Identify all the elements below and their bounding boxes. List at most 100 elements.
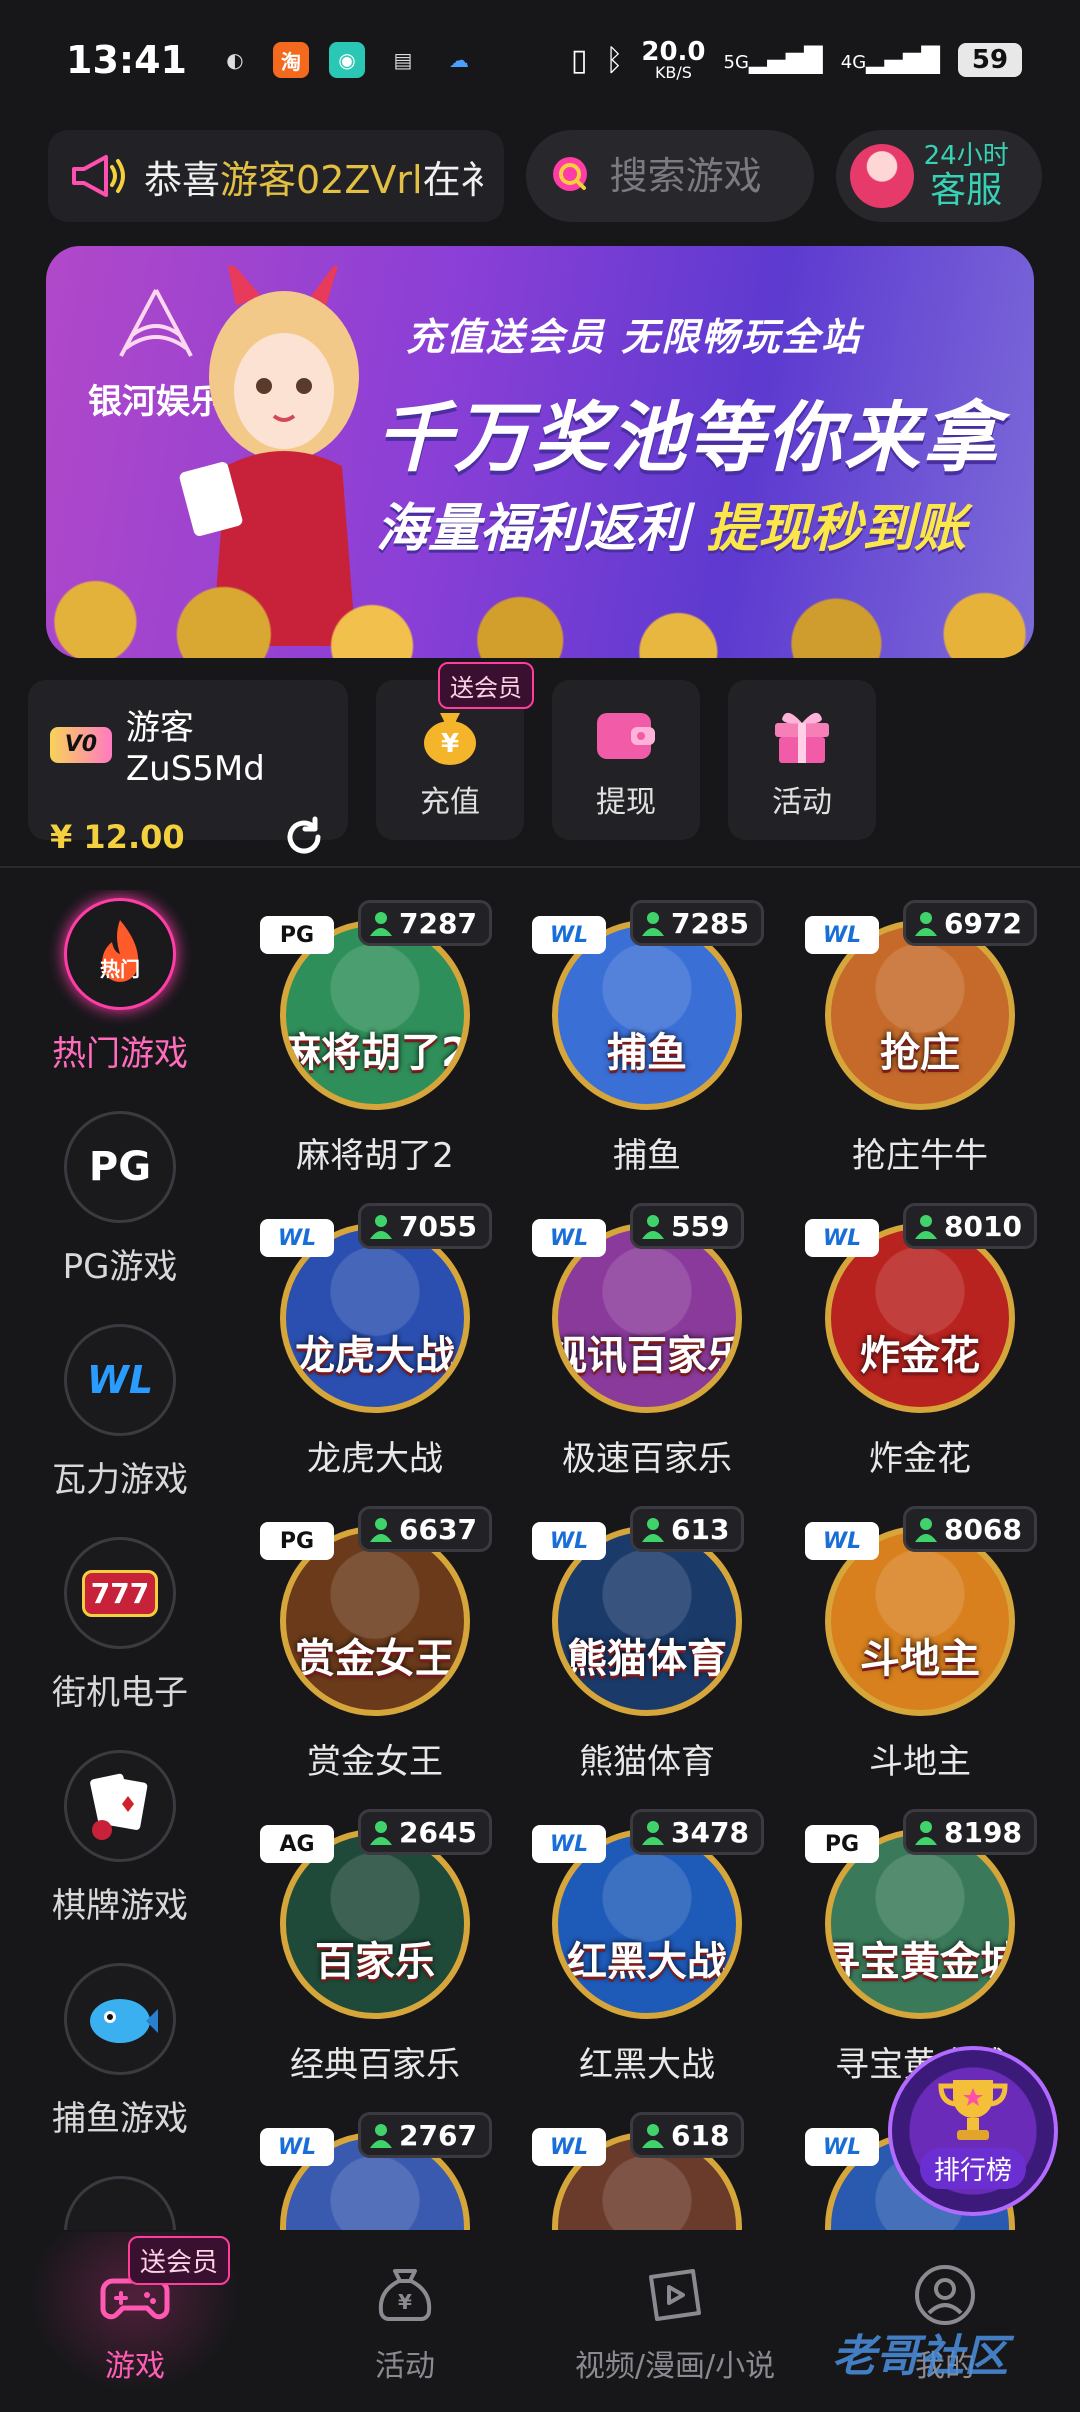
provider-badge: WL (532, 916, 606, 954)
user-icon (915, 912, 937, 936)
game-card[interactable]: AG 2645 百家乐 经典百家乐 (240, 1799, 510, 2099)
user-icon (370, 912, 392, 936)
game-thumbnail-title: 视讯百家乐 (552, 1333, 742, 1379)
category-hot-games[interactable]: 热门 热门游戏 (20, 890, 220, 1103)
game-card[interactable]: WL 7055 龙虎大战 龙虎大战 (240, 1193, 510, 1493)
activity-label: 活动 (772, 785, 832, 820)
category-pg-games[interactable]: PG PG游戏 (20, 1103, 220, 1316)
game-card[interactable]: WL 8010 炸金花 炸金花 (785, 1193, 1055, 1493)
quick-actions: 送会员 ¥ 充值 提现 活动 (376, 662, 876, 840)
nav-games-label: 游戏 (105, 2349, 165, 2384)
bluetooth-icon: ᛒ (605, 42, 624, 78)
category-card-games[interactable]: 棋牌游戏 (20, 1742, 220, 1955)
game-thumbnail-title: 熊猫体育 (567, 1636, 727, 1682)
playing-cards-icon (64, 1750, 176, 1862)
game-card[interactable]: PG8198寻宝黄金城寻宝黄金城 (785, 1799, 1055, 2099)
recharge-button[interactable]: 送会员 ¥ 充值 (376, 662, 534, 840)
game-card[interactable]: WL 6972 抢庄 抢庄牛牛 (785, 890, 1055, 1190)
pg-logo-icon: PG (64, 1111, 176, 1223)
online-count-value: 2645 (399, 1815, 477, 1849)
nav-activity[interactable]: ¥ 活动 (270, 2232, 540, 2412)
online-count: 559 (630, 1203, 745, 1249)
game-card[interactable]: WL 618 (512, 2102, 782, 2230)
game-thumbnail-title: 麻将胡了2 (281, 1030, 469, 1076)
online-count: 2645 (358, 1809, 492, 1855)
online-count: 6972 (903, 900, 1037, 946)
provider-badge: PG (260, 1522, 334, 1560)
user-icon (370, 2124, 392, 2148)
game-name: 熊猫体育 (579, 1742, 715, 1782)
online-count: 8198 (903, 1809, 1037, 1855)
net-speed: 20.0 KB/S (641, 39, 705, 81)
megaphone-icon (72, 155, 125, 197)
money-bag-outline-icon: ¥ (378, 2269, 432, 2321)
provider-badge: WL (532, 1219, 606, 1257)
online-count-value: 559 (671, 1209, 730, 1243)
game-thumbnail-title: 红黑大战 (567, 1939, 727, 1985)
chat-app-icon: ◉ (328, 42, 365, 78)
category-wali-games[interactable]: WL 瓦力游戏 (20, 1316, 220, 1529)
online-count-value: 7285 (671, 906, 749, 940)
user-icon (370, 1518, 392, 1542)
vibrate-icon: ▯ (570, 42, 588, 78)
activity-button[interactable]: 活动 (728, 680, 876, 840)
game-card[interactable]: PG 7287 麻将胡了2 麻将胡了2 (240, 890, 510, 1190)
category-more[interactable] (20, 2168, 220, 2230)
refresh-icon[interactable] (282, 815, 326, 859)
provider-badge: WL (532, 1825, 606, 1863)
game-name: 抢庄牛牛 (852, 1136, 988, 1176)
game-thumbnail-title: 炸金花 (860, 1333, 980, 1379)
banner-title: 千万奖池等你来拿 (376, 393, 1000, 482)
taobao-icon: 淘 (272, 42, 309, 78)
game-card[interactable]: WL 3478 红黑大战 红黑大战 (512, 1799, 782, 2099)
user-icon (642, 1518, 664, 1542)
promo-banner[interactable]: 银河娱乐 充值送会员 无限畅玩全站 千万奖池等你来拿 海量福利返利 提现秒到账 (46, 246, 1034, 658)
provider-badge: PG (805, 1825, 879, 1863)
search-input[interactable] (609, 154, 790, 198)
online-count-value: 8010 (944, 1209, 1022, 1243)
search-bar[interactable] (525, 130, 814, 222)
leaderboard-button[interactable]: 排行榜 (888, 2046, 1058, 2216)
provider-badge: WL (805, 1219, 879, 1257)
category-arcade[interactable]: 777 街机电子 (20, 1529, 220, 1742)
announcement-marquee[interactable]: 恭喜游客02ZVrl在衤 (48, 130, 504, 222)
game-card[interactable]: WL 2767 (240, 2102, 510, 2230)
game-card[interactable]: WL 559 视讯百家乐 极速百家乐 (512, 1193, 782, 1493)
marquee-username: 游客02ZVrl (220, 157, 423, 202)
service-hours-label: 24小时 (923, 140, 1009, 171)
game-card[interactable]: WL 613 熊猫体育 熊猫体育 (512, 1496, 782, 1796)
withdraw-button[interactable]: 提现 (552, 680, 700, 840)
game-name: 龙虎大战 (307, 1439, 443, 1479)
game-card[interactable]: WL 8068 斗地主 斗地主 (785, 1496, 1055, 1796)
fishing-icon (64, 1963, 176, 2075)
game-card[interactable]: PG 6637 赏金女王 赏金女王 (240, 1496, 510, 1796)
online-count-value: 8068 (944, 1512, 1022, 1546)
nav-games[interactable]: 送会员 游戏 (0, 2232, 270, 2412)
cloud-icon: ☁ (448, 48, 469, 72)
game-card[interactable]: WL 7285 捕鱼 捕鱼 (512, 890, 782, 1190)
withdraw-label: 提现 (596, 785, 656, 820)
provider-badge: WL (532, 1522, 606, 1560)
game-name: 赏金女王 (307, 1742, 443, 1782)
top-bar: 恭喜游客02ZVrl在衤 24小时 客服 (48, 130, 1042, 222)
wallet-icon (597, 713, 655, 759)
game-thumbnail-title: 龙虎大战 (295, 1333, 455, 1379)
slot-machine-icon: 777 (64, 1537, 176, 1649)
online-count-value: 3478 (671, 1815, 749, 1849)
category-fishing-games[interactable]: 捕鱼游戏 (20, 1955, 220, 2168)
category-wali-games-label: 瓦力游戏 (52, 1460, 188, 1500)
nav-media[interactable]: 视频/漫画/小说 (540, 2232, 810, 2412)
online-count-value: 7055 (399, 1209, 477, 1243)
game-thumbnail-title: 斗地主 (860, 1636, 980, 1682)
user-icon (642, 2124, 664, 2148)
svg-text:热门: 热门 (100, 957, 140, 981)
provider-badge: WL (532, 2128, 606, 2166)
system-icons: ▯ ᛒ 20.0 KB/S 5G▂▄▆█ 4G▂▄▆█ 59 (571, 39, 1022, 81)
marquee-prefix: 恭喜 (144, 157, 221, 202)
nav-games-badge: 送会员 (128, 2236, 231, 2285)
category-arcade-label: 街机电子 (52, 1673, 188, 1713)
customer-service-button[interactable]: 24小时 客服 (835, 130, 1042, 222)
provider-badge: WL (805, 916, 879, 954)
online-count-value: 613 (671, 1512, 730, 1546)
online-count: 7055 (358, 1203, 492, 1249)
